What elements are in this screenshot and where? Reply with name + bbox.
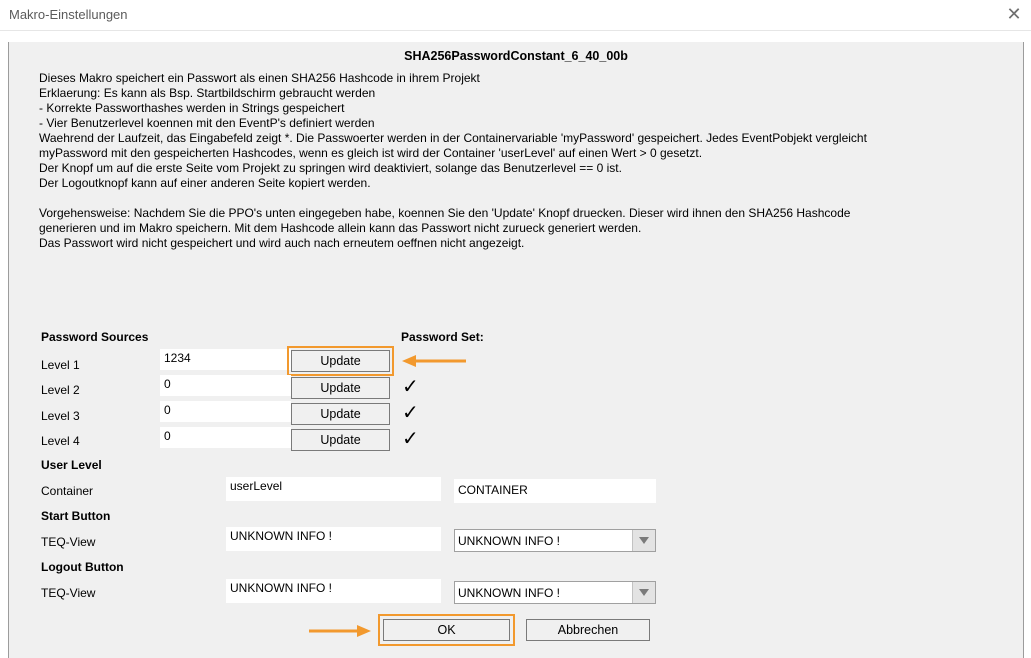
close-icon[interactable]: ✕ xyxy=(1003,3,1025,25)
arrow-right-icon xyxy=(309,625,371,637)
level-1-password-field[interactable]: 1234 xyxy=(160,349,291,370)
dropdown-arrow-icon[interactable] xyxy=(632,582,655,603)
level-4-update-button[interactable]: Update xyxy=(291,429,390,451)
level-4-label: Level 4 xyxy=(41,434,80,448)
user-level-header: User Level xyxy=(41,458,102,472)
logout-button-field[interactable]: UNKNOWN INFO ! xyxy=(226,579,441,603)
logout-teq-view-label: TEQ-View xyxy=(41,586,96,600)
level-3-password-field[interactable]: 0 xyxy=(160,401,291,422)
macro-settings-dialog: Makro-Einstellungen ✕ SHA256PasswordCons… xyxy=(0,0,1031,658)
level-4-password-field[interactable]: 0 xyxy=(160,427,291,448)
description-line: Der Knopf um auf die erste Seite vom Pro… xyxy=(39,161,622,175)
description-line: Das Passwort wird nicht gespeichert und … xyxy=(39,236,525,250)
description-line: generieren und im Makro speichern. Mit d… xyxy=(39,221,642,235)
dropdown-arrow-icon[interactable] xyxy=(632,530,655,551)
logout-button-select[interactable]: UNKNOWN INFO ! xyxy=(454,581,656,604)
settings-panel: SHA256PasswordConstant_6_40_00b Dieses M… xyxy=(8,42,1024,658)
container-label: Container xyxy=(41,484,94,498)
container-type-field: CONTAINER xyxy=(454,479,656,503)
checkmark-icon: ✓ xyxy=(402,376,419,398)
start-button-header: Start Button xyxy=(41,509,111,523)
window-title: Makro-Einstellungen xyxy=(9,7,128,22)
description-line: Der Logoutknopf kann auf einer anderen S… xyxy=(39,176,371,190)
level-2-password-field[interactable]: 0 xyxy=(160,375,291,396)
level-3-label: Level 3 xyxy=(41,409,80,423)
logout-button-header: Logout Button xyxy=(41,560,124,574)
user-level-container-field[interactable]: userLevel xyxy=(226,477,441,501)
macro-description: Dieses Makro speichert ein Passwort als … xyxy=(39,71,1009,251)
start-teq-view-label: TEQ-View xyxy=(41,535,96,549)
password-sources-header: Password Sources xyxy=(41,330,149,344)
level-1-label: Level 1 xyxy=(41,358,80,372)
macro-name: SHA256PasswordConstant_6_40_00b xyxy=(404,49,628,63)
checkmark-icon: ✓ xyxy=(402,428,419,450)
level-2-update-button[interactable]: Update xyxy=(291,377,390,399)
description-line: myPassword mit den gespeicherten Hashcod… xyxy=(39,146,703,160)
title-bar: Makro-Einstellungen ✕ xyxy=(0,0,1031,31)
description-line: - Korrekte Passworthashes werden in Stri… xyxy=(39,101,345,115)
description-line: Waehrend der Laufzeit, das Eingabefeld z… xyxy=(39,131,867,145)
start-button-select-value: UNKNOWN INFO ! xyxy=(458,534,560,548)
level-1-update-button[interactable]: Update xyxy=(291,350,390,372)
description-line: - Vier Benutzerlevel koennen mit den Eve… xyxy=(39,116,375,130)
level-3-update-button[interactable]: Update xyxy=(291,403,390,425)
ok-button[interactable]: OK xyxy=(383,619,510,641)
checkmark-icon: ✓ xyxy=(402,402,419,424)
logout-button-select-value: UNKNOWN INFO ! xyxy=(458,586,560,600)
arrow-left-icon xyxy=(402,355,466,367)
password-set-header: Password Set: xyxy=(401,330,484,344)
description-line xyxy=(39,191,1009,206)
description-line: Vorgehensweise: Nachdem Sie die PPO's un… xyxy=(39,206,851,220)
start-button-field[interactable]: UNKNOWN INFO ! xyxy=(226,527,441,551)
level-2-label: Level 2 xyxy=(41,383,80,397)
description-line: Dieses Makro speichert ein Passwort als … xyxy=(39,71,480,85)
description-line: Erklaerung: Es kann als Bsp. Startbildsc… xyxy=(39,86,376,100)
start-button-select[interactable]: UNKNOWN INFO ! xyxy=(454,529,656,552)
cancel-button[interactable]: Abbrechen xyxy=(526,619,650,641)
